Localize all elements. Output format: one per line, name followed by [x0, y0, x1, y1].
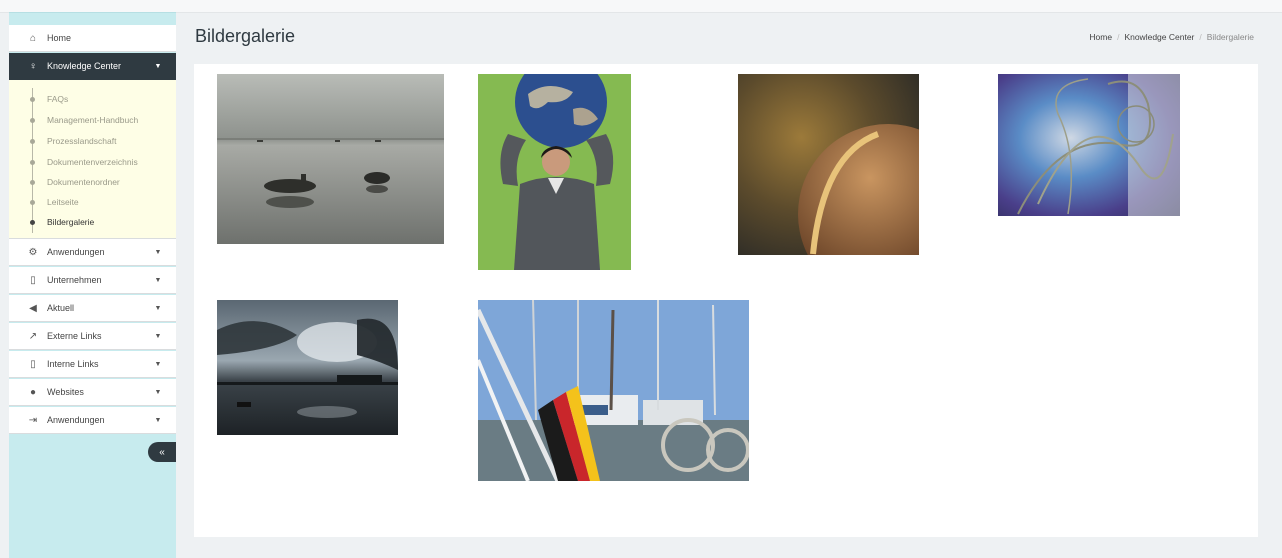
sidebar-item-label: Aktuell	[47, 303, 75, 313]
globe-icon: ●	[29, 386, 37, 398]
gallery-image-harbor-boats[interactable]	[478, 300, 749, 481]
breadcrumb-separator: /	[1117, 32, 1120, 42]
sidebar-item-label: Interne Links	[47, 359, 99, 369]
chevron-down-icon: ▼	[154, 360, 162, 368]
submenu-item-faqs[interactable]: FAQs	[30, 94, 69, 104]
home-icon: ⌂	[29, 32, 37, 44]
double-chevron-left-icon: «	[159, 446, 165, 458]
submenu-item-label: Dokumentenverzeichnis	[47, 157, 138, 167]
gallery-panel	[194, 64, 1258, 537]
submenu-item-dokumentenverzeichnis[interactable]: Dokumentenverzeichnis	[30, 157, 138, 167]
external-link-icon: ↗	[28, 330, 38, 342]
sidebar-item-label: Unternehmen	[47, 275, 102, 285]
submenu-item-label: Dokumentenordner	[47, 177, 120, 187]
bullet-icon	[30, 118, 35, 123]
gallery-image-sunset-lake[interactable]	[217, 300, 398, 435]
sidebar: ⌂ Home ♀ Knowledge Center ▼ FAQs Managem…	[9, 12, 176, 558]
bullet-icon	[30, 139, 35, 144]
gallery-image-boats-lake[interactable]	[217, 74, 444, 244]
sidebar-item-anwendungen[interactable]: ⚙ Anwendungen ▼	[9, 239, 176, 266]
submenu-item-label: Prozesslandschaft	[47, 136, 117, 146]
page-title: Bildergalerie	[195, 26, 296, 46]
sidebar-item-home[interactable]: ⌂ Home	[9, 25, 176, 52]
sidebar-item-websites[interactable]: ● Websites ▼	[9, 379, 176, 406]
bookmark-icon: ▯	[30, 358, 36, 370]
submenu-item-label: Leitseite	[47, 197, 79, 207]
sidebar-item-label: Anwendungen	[47, 247, 105, 257]
sidebar-item-label: Knowledge Center	[47, 61, 122, 71]
lightbulb-icon: ♀	[29, 60, 37, 72]
submenu-item-label: FAQs	[47, 94, 69, 104]
sidebar-collapse-button[interactable]: «	[148, 442, 176, 462]
gallery-image-woman-globe[interactable]	[478, 74, 631, 270]
sidebar-item-label: Externe Links	[47, 331, 102, 341]
breadcrumb-home[interactable]: Home	[1089, 32, 1112, 42]
sidebar-item-knowledge-center[interactable]: ♀ Knowledge Center ▼	[9, 53, 176, 80]
breadcrumb-knowledge-center[interactable]: Knowledge Center	[1124, 32, 1194, 42]
bullet-icon	[30, 200, 35, 205]
submenu-item-management-handbuch[interactable]: Management-Handbuch	[30, 115, 139, 125]
sidebar-item-anwendungen-2[interactable]: ⇥ Anwendungen ▼	[9, 407, 176, 434]
chevron-down-icon: ▼	[154, 388, 162, 396]
sidebar-item-label: Anwendungen	[47, 415, 105, 425]
submenu-item-leitseite[interactable]: Leitseite	[30, 197, 79, 207]
knowledge-center-submenu: FAQs Management-Handbuch Prozesslandscha…	[9, 80, 176, 239]
bullet-icon	[30, 160, 35, 165]
sidebar-item-externe-links[interactable]: ↗ Externe Links ▼	[9, 323, 176, 350]
breadcrumb-current: Bildergalerie	[1206, 32, 1254, 42]
bullet-icon	[30, 97, 35, 102]
sidebar-item-aktuell[interactable]: ◀ Aktuell ▼	[9, 295, 176, 322]
cogs-icon: ⚙	[28, 246, 38, 258]
submenu-item-bildergalerie[interactable]: Bildergalerie	[30, 217, 95, 227]
top-strip	[0, 0, 1282, 13]
sidebar-item-unternehmen[interactable]: ▯ Unternehmen ▼	[9, 267, 176, 294]
sign-out-icon: ⇥	[28, 414, 38, 426]
submenu-item-dokumentenordner[interactable]: Dokumentenordner	[30, 177, 120, 187]
sidebar-item-interne-links[interactable]: ▯ Interne Links ▼	[9, 351, 176, 378]
submenu-item-label: Management-Handbuch	[47, 115, 139, 125]
gallery-image-sphere-dark[interactable]	[738, 74, 919, 255]
submenu-item-label: Bildergalerie	[47, 217, 95, 227]
chevron-down-icon: ▼	[154, 248, 162, 256]
submenu-item-prozesslandschaft[interactable]: Prozesslandschaft	[30, 136, 117, 146]
bullet-icon	[30, 180, 35, 185]
chevron-down-icon: ▼	[154, 332, 162, 340]
bullet-icon	[30, 220, 35, 225]
bullhorn-icon: ◀	[29, 302, 37, 314]
breadcrumb-separator: /	[1199, 32, 1202, 42]
building-icon: ▯	[30, 274, 36, 286]
chevron-down-icon: ▼	[154, 304, 162, 312]
chevron-down-icon: ▼	[154, 276, 162, 284]
sidebar-item-label: Websites	[47, 387, 84, 397]
breadcrumb: Home / Knowledge Center / Bildergalerie	[1089, 32, 1254, 42]
sidebar-item-label: Home	[47, 33, 72, 43]
chevron-down-icon: ▼	[154, 62, 162, 70]
gallery-image-abstract-wires[interactable]	[998, 74, 1180, 216]
chevron-down-icon: ▼	[154, 416, 162, 424]
